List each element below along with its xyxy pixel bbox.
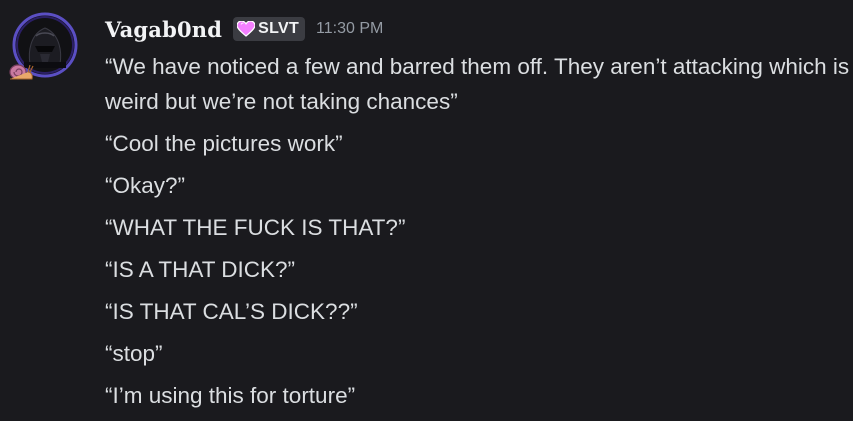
snail-icon	[9, 64, 34, 80]
message-line: “We have noticed a few and barred them o…	[105, 54, 850, 114]
message-line: “I’m using this for torture”	[105, 383, 356, 408]
message-line: “stop”	[105, 341, 163, 366]
username[interactable]: Vagab0nd	[105, 17, 222, 42]
message-line: “Cool the pictures work”	[105, 131, 343, 156]
chat-message: Vagab0nd SLVT 11:30 PM “We have noticed …	[0, 0, 853, 421]
server-tag[interactable]: SLVT	[233, 17, 306, 41]
avatar[interactable]	[9, 12, 80, 82]
message-line: “IS THAT CAL’S DICK??”	[105, 299, 358, 324]
message-line: “WHAT THE FUCK IS THAT?”	[105, 215, 406, 240]
pink-heart-icon	[237, 21, 256, 37]
message-content: “We have noticed a few and barred them o…	[105, 49, 850, 413]
message-line: “Okay?”	[105, 173, 186, 198]
tag-label: SLVT	[258, 20, 300, 37]
message-header: Vagab0nd SLVT 11:30 PM	[105, 14, 383, 44]
timestamp[interactable]: 11:30 PM	[316, 20, 383, 38]
message-line: “IS A THAT DICK?”	[105, 257, 296, 282]
